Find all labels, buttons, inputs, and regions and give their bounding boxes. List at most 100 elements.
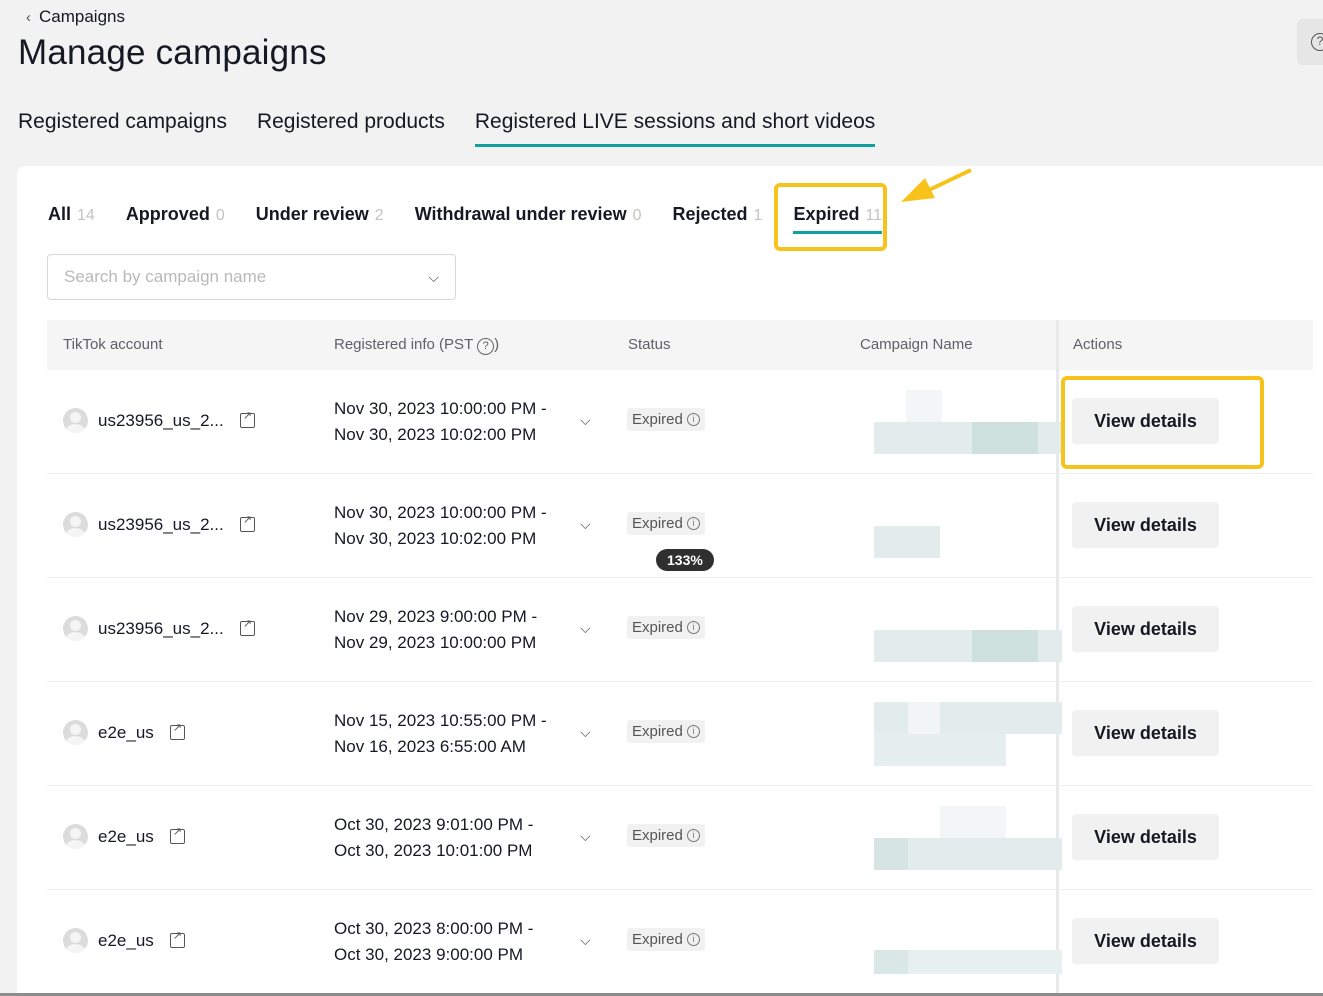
status-badge: Expired i: [627, 408, 705, 431]
status-badge: Expired i: [627, 824, 705, 847]
external-link-icon[interactable]: [169, 721, 185, 740]
view-details-button[interactable]: View details: [1072, 502, 1219, 548]
view-details-button[interactable]: View details: [1072, 710, 1219, 756]
column-header-status: Status: [628, 336, 671, 353]
highlight-box-expired-tab: [774, 183, 887, 251]
chevron-down-icon[interactable]: ⌵: [580, 828, 591, 845]
chevron-down-icon[interactable]: ⌵: [580, 412, 591, 429]
info-icon[interactable]: i: [686, 517, 700, 530]
registered-start: Nov 30, 2023 10:00:00 PM -: [334, 399, 547, 418]
annotation-arrow-icon: [901, 168, 972, 202]
external-link-icon[interactable]: [169, 929, 185, 948]
status-badge: Expired i: [627, 720, 705, 743]
registered-info: Oct 30, 2023 8:00:00 PM - Oct 30, 2023 9:…: [334, 916, 533, 968]
question-icon[interactable]: ?: [477, 338, 495, 355]
view-details-button[interactable]: View details: [1072, 606, 1219, 652]
zoom-level-badge: 133%: [656, 549, 714, 571]
avatar: [63, 720, 88, 745]
status-tab-count: 1: [753, 207, 763, 224]
status-badge: Expired i: [627, 512, 705, 535]
account-name: us23956_us_2...: [98, 410, 224, 430]
registered-end: Oct 30, 2023 9:00:00 PM: [334, 945, 524, 964]
campaigns-table: TikTok account Registered info (PST ?) S…: [47, 320, 1313, 996]
info-icon[interactable]: i: [686, 621, 700, 634]
info-icon[interactable]: i: [686, 933, 700, 946]
chevron-left-icon: ‹: [26, 8, 31, 26]
content-panel: All 14 Approved 0 Under review 2 Withdrawal…: [17, 166, 1323, 996]
account-cell: e2e_us: [63, 824, 185, 849]
external-link-icon[interactable]: [239, 513, 255, 532]
chevron-down-icon[interactable]: ⌵: [580, 516, 591, 533]
view-details-button[interactable]: View details: [1072, 918, 1219, 964]
campaign-search[interactable]: ⌵: [47, 254, 456, 300]
account-cell: e2e_us: [63, 720, 185, 745]
view-details-button[interactable]: View details: [1072, 814, 1219, 860]
help-icon: ?: [1311, 33, 1323, 51]
avatar: [63, 408, 88, 433]
registered-start: Nov 30, 2023 10:00:00 PM -: [334, 503, 547, 522]
account-cell: us23956_us_2...: [63, 616, 255, 641]
status-label: Expired: [632, 827, 683, 844]
redacted-campaign-name: [874, 494, 1062, 558]
status-tab-count: 0: [632, 207, 642, 224]
status-label: Expired: [632, 619, 683, 636]
registered-end: Nov 29, 2023 10:00:00 PM: [334, 633, 537, 652]
info-icon[interactable]: i: [686, 413, 700, 426]
account-cell: us23956_us_2...: [63, 408, 255, 433]
registered-start: Oct 30, 2023 9:01:00 PM -: [334, 815, 534, 834]
status-tab-withdrawal-under-review[interactable]: Withdrawal under review 0: [415, 204, 642, 234]
account-name: e2e_us: [98, 722, 154, 742]
breadcrumb-back-link[interactable]: Campaigns: [39, 7, 125, 27]
account-name: us23956_us_2...: [98, 618, 224, 638]
redacted-campaign-name: [874, 806, 1062, 870]
status-tab-count: 2: [374, 207, 384, 224]
info-icon[interactable]: i: [686, 829, 700, 842]
breadcrumb[interactable]: ‹ Campaigns: [26, 7, 125, 27]
chevron-down-icon[interactable]: ⌵: [580, 620, 591, 637]
column-header-registered: Registered info (PST ?): [334, 336, 500, 355]
status-tab-label: Withdrawal under review: [414, 204, 627, 224]
registered-start: Nov 29, 2023 9:00:00 PM -: [334, 607, 538, 626]
status-tab-rejected[interactable]: Rejected 1: [672, 204, 762, 234]
redacted-campaign-name: [874, 598, 1062, 662]
account-cell: e2e_us: [63, 928, 185, 953]
main-tabs: Registered campaigns Registered products…: [18, 110, 876, 147]
column-header-account: TikTok account: [63, 336, 163, 353]
column-header-actions: Actions: [1073, 336, 1123, 353]
table-row: e2e_us Oct 30, 2023 9:01:00 PM -Oct 30, …: [47, 786, 1313, 890]
tab-registered-products[interactable]: Registered products: [257, 110, 445, 147]
external-link-icon[interactable]: [239, 409, 255, 428]
status-tab-all[interactable]: All 14: [48, 204, 95, 234]
search-input[interactable]: [64, 267, 394, 287]
external-link-icon[interactable]: [169, 825, 185, 844]
avatar: [63, 616, 88, 641]
external-link-icon[interactable]: [239, 617, 255, 636]
tab-registered-live-sessions[interactable]: Registered LIVE sessions and short video…: [474, 110, 876, 147]
status-tab-label: Approved: [125, 204, 210, 224]
status-tab-count: 14: [77, 207, 95, 224]
chevron-down-icon[interactable]: ⌵: [580, 932, 591, 949]
highlight-box-view-details: [1061, 376, 1264, 469]
column-header-registered-label: Registered info (PST: [334, 336, 473, 353]
table-row: us23956_us_2... Nov 29, 2023 9:00:00 PM …: [47, 578, 1313, 682]
help-button[interactable]: ?: [1297, 19, 1323, 65]
redacted-campaign-name: [874, 390, 1062, 454]
status-badge: Expired i: [627, 928, 705, 951]
info-icon[interactable]: i: [686, 725, 700, 738]
registered-end: Nov 16, 2023 6:55:00 AM: [334, 737, 526, 756]
status-label: Expired: [632, 723, 683, 740]
redacted-campaign-name: [874, 910, 1062, 974]
status-tab-count: 0: [215, 207, 225, 224]
status-tab-under-review[interactable]: Under review 2: [256, 204, 384, 234]
redacted-campaign-name: [874, 702, 1062, 766]
chevron-down-icon[interactable]: ⌵: [580, 724, 591, 741]
chevron-down-icon[interactable]: ⌵: [428, 269, 439, 286]
tab-registered-campaigns[interactable]: Registered campaigns: [18, 110, 227, 147]
registered-info: Nov 29, 2023 9:00:00 PM - Nov 29, 2023 10…: [334, 604, 537, 656]
status-label: Expired: [632, 515, 683, 532]
registered-info: Nov 30, 2023 10:00:00 PM - Nov 30, 2023 1…: [334, 500, 547, 552]
table-row: us23956_us_2... Nov 30, 2023 10:00:00 PM…: [47, 370, 1313, 474]
account-name: e2e_us: [98, 826, 154, 846]
status-label: Expired: [632, 931, 683, 948]
status-tab-approved[interactable]: Approved 0: [126, 204, 225, 234]
